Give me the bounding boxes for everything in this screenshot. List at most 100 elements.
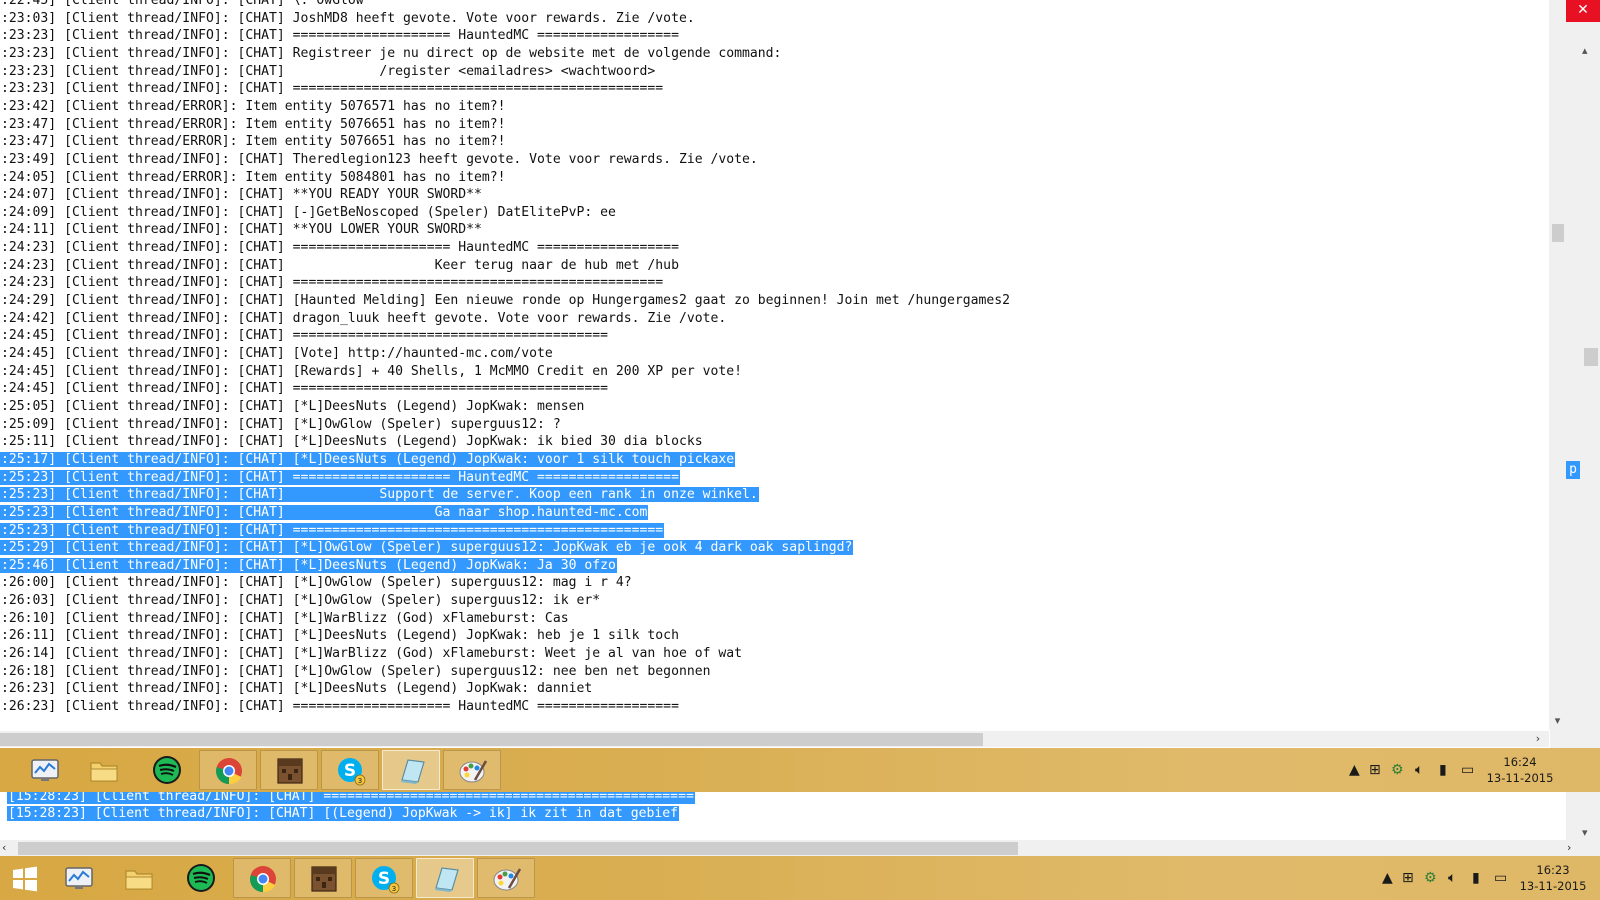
clock-time: 16:24 bbox=[1503, 755, 1537, 769]
log-line-text: :26:18] [Client thread/INFO]: [CHAT] [*L… bbox=[1, 663, 711, 679]
tray-expand-icon[interactable]: ▲ bbox=[1382, 870, 1393, 886]
network-shield-icon[interactable]: ⚙ bbox=[1424, 870, 1437, 886]
notepad-button[interactable] bbox=[416, 858, 474, 898]
paint-button[interactable] bbox=[477, 858, 535, 898]
log-line-text: :24:05] [Client thread/ERROR]: Item enti… bbox=[1, 169, 506, 185]
minecraft-icon bbox=[277, 758, 303, 784]
log-line: :22:45] [Client thread/INFO]: [CHAT] \. … bbox=[0, 0, 365, 10]
log-line: :25:11] [Client thread/INFO]: [CHAT] [*L… bbox=[0, 433, 704, 451]
log-line-text: :24:09] [Client thread/INFO]: [CHAT] [-]… bbox=[1, 204, 616, 220]
log-line: :26:10] [Client thread/INFO]: [CHAT] [*L… bbox=[0, 610, 570, 628]
log-line-text: :26:23] [Client thread/INFO]: [CHAT] ===… bbox=[1, 699, 679, 714]
log-line-text: :24:29] [Client thread/INFO]: [CHAT] [Ha… bbox=[1, 293, 1011, 309]
log-line: :26:14] [Client thread/INFO]: [CHAT] [*L… bbox=[0, 645, 743, 663]
secondary-log-text-area[interactable]: [15:28:23] [Client thread/INFO]: [CHAT] … bbox=[0, 792, 1566, 840]
log-line-text: :23:23] [Client thread/INFO]: [CHAT] ===… bbox=[1, 81, 664, 97]
battery-icon[interactable]: ▮ bbox=[1439, 762, 1447, 778]
clock[interactable]: 16:24 13-11-2015 bbox=[1485, 754, 1555, 786]
spotify-button[interactable] bbox=[172, 858, 230, 898]
scroll-down-icon[interactable]: ▾ bbox=[1550, 714, 1565, 728]
log-line-text: :25:29] [Client thread/INFO]: [CHAT] [*L… bbox=[0, 540, 854, 556]
volume-icon[interactable]: 🔈︎ bbox=[1448, 870, 1456, 886]
log-line: :24:11] [Client thread/INFO]: [CHAT] **Y… bbox=[0, 221, 483, 239]
log-line-text: :24:45] [Client thread/INFO]: [CHAT] [Re… bbox=[1, 363, 743, 379]
scroll-up-icon[interactable]: ▴ bbox=[1582, 44, 1598, 58]
action-center-icon[interactable]: ▭ bbox=[1461, 762, 1474, 778]
windows-flag-icon[interactable]: ⊞ bbox=[1369, 762, 1381, 778]
log-line-text: :26:11] [Client thread/INFO]: [CHAT] [*L… bbox=[1, 628, 679, 644]
clock[interactable]: 16:23 13-11-2015 bbox=[1518, 862, 1588, 894]
chrome-icon bbox=[250, 866, 276, 893]
tray-expand-icon[interactable]: ▲ bbox=[1349, 762, 1360, 778]
log-line: :26:11] [Client thread/INFO]: [CHAT] [*L… bbox=[0, 627, 680, 645]
chrome-icon bbox=[216, 758, 242, 785]
log-text-area[interactable]: :22:45] [Client thread/INFO]: [CHAT] \. … bbox=[0, 0, 1548, 728]
skype-badge: 3 bbox=[358, 777, 362, 785]
file-explorer-button[interactable] bbox=[110, 858, 168, 898]
log-line: :23:47] [Client thread/ERROR]: Item enti… bbox=[0, 116, 507, 134]
vertical-scrollbar-thumb[interactable] bbox=[1552, 224, 1564, 242]
file-explorer-button[interactable] bbox=[75, 750, 133, 790]
scroll-left-icon[interactable]: ‹ bbox=[2, 840, 16, 856]
log-line-text: :23:03] [Client thread/INFO]: [CHAT] Jos… bbox=[1, 10, 695, 26]
close-button[interactable]: ✕ bbox=[1566, 0, 1600, 22]
chrome-button[interactable] bbox=[233, 858, 291, 898]
log-line: :23:23] [Client thread/INFO]: [CHAT] ===… bbox=[0, 27, 680, 45]
log-line-text: :24:45] [Client thread/INFO]: [CHAT] ===… bbox=[1, 328, 608, 344]
log-line: :23:23] [Client thread/INFO]: [CHAT] Reg… bbox=[0, 45, 782, 63]
log-line-text: [15:28:23] [Client thread/INFO]: [CHAT] … bbox=[7, 806, 680, 821]
minecraft-button[interactable] bbox=[260, 750, 318, 790]
skype-button[interactable]: S 3 bbox=[355, 858, 413, 898]
performance-monitor-icon bbox=[31, 759, 59, 781]
skype-icon: S 3 bbox=[372, 866, 400, 894]
volume-icon[interactable]: 🔈︎ bbox=[1415, 762, 1423, 778]
log-line-text: :26:10] [Client thread/INFO]: [CHAT] [*L… bbox=[1, 610, 569, 626]
log-line-text: :25:23] [Client thread/INFO]: [CHAT] Sup… bbox=[0, 487, 759, 503]
log-line: :24:45] [Client thread/INFO]: [CHAT] [Re… bbox=[0, 363, 743, 381]
right-scrollbar-thumb[interactable] bbox=[1584, 348, 1598, 366]
vertical-scrollbar[interactable] bbox=[1549, 0, 1566, 730]
chrome-button[interactable] bbox=[199, 750, 257, 790]
minecraft-button[interactable] bbox=[294, 858, 352, 898]
log-line: :26:23] [Client thread/INFO]: [CHAT] ===… bbox=[0, 698, 680, 716]
horizontal-scrollbar-thumb[interactable] bbox=[0, 733, 983, 746]
log-line: :26:00] [Client thread/INFO]: [CHAT] [*L… bbox=[0, 574, 633, 592]
scroll-down-icon[interactable]: ▾ bbox=[1582, 826, 1588, 839]
log-line: :25:09] [Client thread/INFO]: [CHAT] [*L… bbox=[0, 416, 562, 434]
notepad-button[interactable] bbox=[382, 750, 440, 790]
paint-button[interactable] bbox=[443, 750, 501, 790]
taskbar-secondary: S 3 ▲ ⊞ ⚙ 🔈︎ ▮ ▭ 16:23 13-11-2015 bbox=[0, 856, 1600, 900]
log-line: :25:46] [Client thread/INFO]: [CHAT] [*L… bbox=[0, 557, 617, 575]
network-shield-icon[interactable]: ⚙ bbox=[1391, 762, 1404, 778]
secondary-horizontal-scrollbar-thumb[interactable] bbox=[18, 842, 1018, 855]
log-line-text: :26:00] [Client thread/INFO]: [CHAT] [*L… bbox=[1, 575, 632, 591]
scroll-right-icon[interactable]: › bbox=[1567, 840, 1581, 856]
performance-monitor-button[interactable] bbox=[50, 858, 108, 898]
skype-icon: S 3 bbox=[338, 758, 366, 786]
log-line: :24:29] [Client thread/INFO]: [CHAT] [Ha… bbox=[0, 292, 1011, 310]
action-center-icon[interactable]: ▭ bbox=[1494, 870, 1507, 886]
battery-icon[interactable]: ▮ bbox=[1472, 870, 1480, 886]
log-line: :25:05] [Client thread/INFO]: [CHAT] [*L… bbox=[0, 398, 585, 416]
log-line-text: :23:23] [Client thread/INFO]: [CHAT] ===… bbox=[1, 28, 679, 44]
spotify-icon bbox=[187, 864, 215, 892]
scroll-right-icon[interactable]: › bbox=[1530, 731, 1546, 747]
spotify-button[interactable] bbox=[138, 750, 196, 790]
log-line: :25:23] [Client thread/INFO]: [CHAT] ===… bbox=[0, 469, 680, 487]
log-line: :24:07] [Client thread/INFO]: [CHAT] **Y… bbox=[0, 186, 483, 204]
log-line: :24:23] [Client thread/INFO]: [CHAT] Kee… bbox=[0, 257, 680, 275]
log-line-text: :23:23] [Client thread/INFO]: [CHAT] Reg… bbox=[1, 45, 782, 61]
performance-monitor-button[interactable] bbox=[16, 750, 74, 790]
log-line-text: :22:45] [Client thread/INFO]: [CHAT] \. … bbox=[1, 0, 364, 8]
log-line-text: :24:23] [Client thread/INFO]: [CHAT] ===… bbox=[1, 240, 679, 256]
log-line: :24:45] [Client thread/INFO]: [CHAT] ===… bbox=[0, 380, 609, 398]
minecraft-icon bbox=[311, 866, 337, 892]
windows-start-icon[interactable] bbox=[12, 866, 38, 892]
folder-icon bbox=[90, 762, 118, 782]
windows-flag-icon[interactable]: ⊞ bbox=[1402, 870, 1414, 886]
log-line-text: :23:49] [Client thread/INFO]: [CHAT] The… bbox=[1, 151, 758, 167]
log-line-text: :24:42] [Client thread/INFO]: [CHAT] dra… bbox=[1, 310, 727, 326]
log-line-text: :24:45] [Client thread/INFO]: [CHAT] [Vo… bbox=[1, 346, 553, 361]
clock-date: 13-11-2015 bbox=[1486, 771, 1554, 785]
skype-button[interactable]: S 3 bbox=[321, 750, 379, 790]
